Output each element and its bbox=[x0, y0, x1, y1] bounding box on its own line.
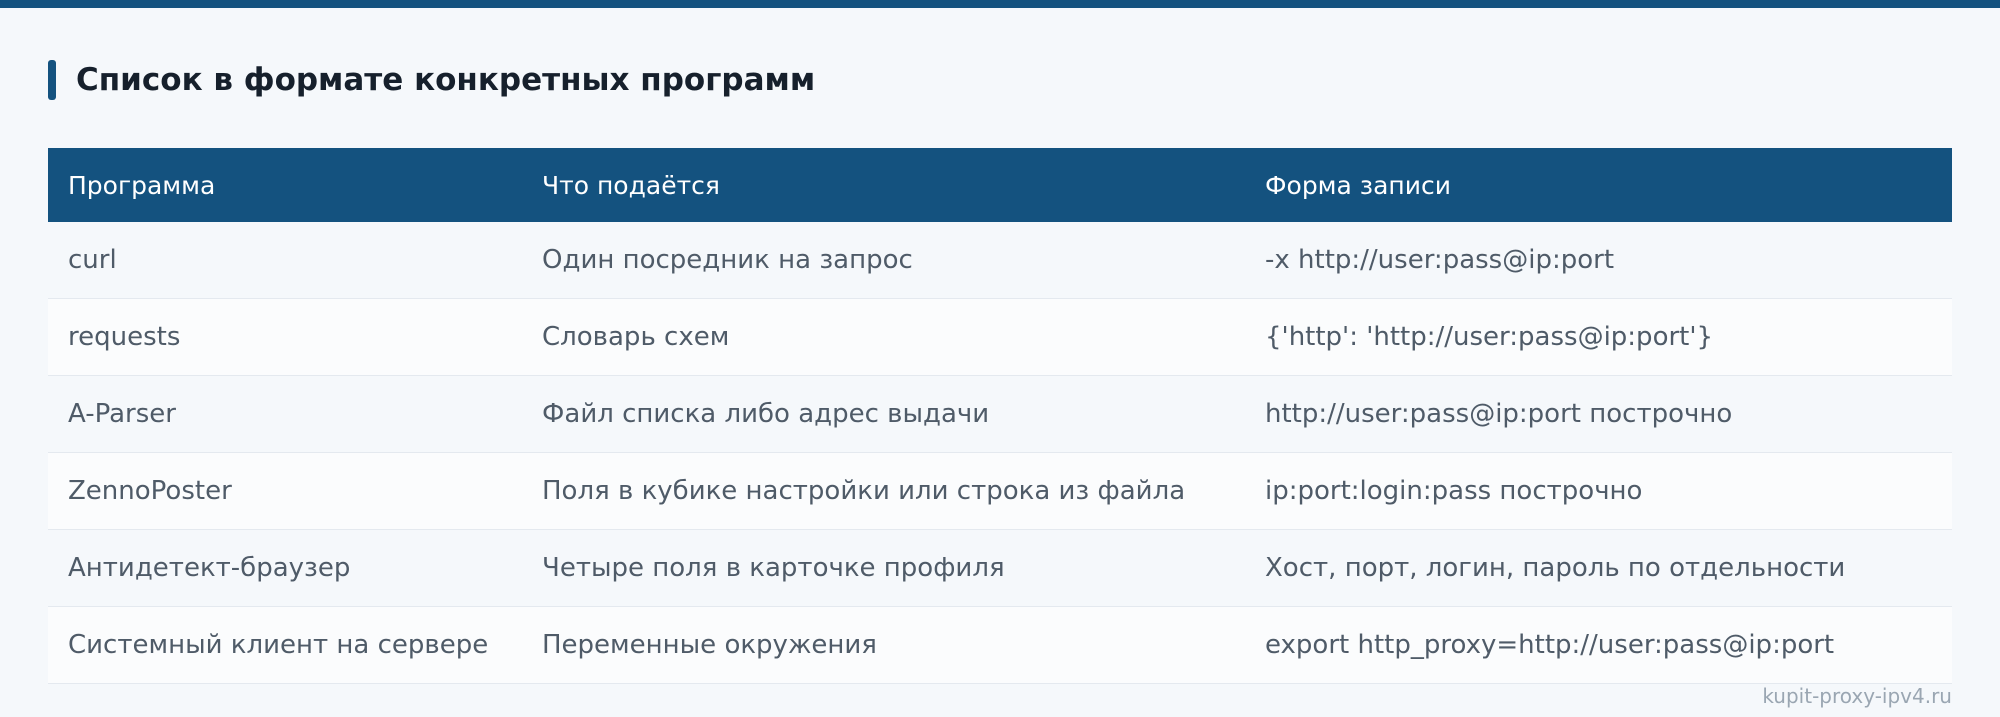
cell-what-submitted: Четыре поля в карточке профиля bbox=[542, 553, 1005, 583]
cell-record-format: http://user:pass@ip:port построчно bbox=[1265, 399, 1733, 429]
header-program: Программа bbox=[68, 170, 216, 200]
cell-record-format: ip:port:login:pass построчно bbox=[1265, 476, 1643, 506]
cell-record-format: -x http://user:pass@ip:port bbox=[1265, 245, 1615, 275]
site-watermark: kupit-proxy-ipv4.ru bbox=[1762, 684, 1952, 708]
top-accent-bar bbox=[0, 0, 2000, 8]
table-row: Системный клиент на сервере Переменные о… bbox=[48, 607, 1952, 684]
cell-what-submitted: Переменные окружения bbox=[542, 630, 877, 660]
cell-program: ZennoPoster bbox=[68, 476, 232, 506]
heading-accent-bar bbox=[48, 60, 56, 100]
cell-program: A-Parser bbox=[68, 399, 176, 429]
table-header-row: Программа Что подаётся Форма записи bbox=[48, 148, 1952, 222]
cell-record-format: {'http': 'http://user:pass@ip:port'} bbox=[1265, 322, 1714, 352]
cell-what-submitted: Словарь схем bbox=[542, 322, 730, 352]
cell-program: curl bbox=[68, 245, 117, 275]
cell-record-format: export http_proxy=http://user:pass@ip:po… bbox=[1265, 630, 1835, 660]
section-heading: Список в формате конкретных программ bbox=[48, 60, 815, 100]
cell-what-submitted: Файл списка либо адрес выдачи bbox=[542, 399, 990, 429]
cell-what-submitted: Один посредник на запрос bbox=[542, 245, 913, 275]
cell-program: requests bbox=[68, 322, 181, 352]
table-row: ZennoPoster Поля в кубике настройки или … bbox=[48, 453, 1952, 530]
programs-table: Программа Что подаётся Форма записи curl… bbox=[48, 148, 1952, 684]
heading-title: Список в формате конкретных программ bbox=[76, 62, 816, 98]
header-what-submitted: Что подаётся bbox=[542, 170, 720, 200]
cell-what-submitted: Поля в кубике настройки или строка из фа… bbox=[542, 476, 1186, 506]
cell-program: Антидетект-браузер bbox=[68, 553, 351, 583]
table-row: curl Один посредник на запрос -x http://… bbox=[48, 222, 1952, 299]
header-record-format: Форма записи bbox=[1265, 170, 1452, 200]
table-row: A-Parser Файл списка либо адрес выдачи h… bbox=[48, 376, 1952, 453]
cell-program: Системный клиент на сервере bbox=[68, 630, 489, 660]
table-row: requests Словарь схем {'http': 'http://u… bbox=[48, 299, 1952, 376]
table-row: Антидетект-браузер Четыре поля в карточк… bbox=[48, 530, 1952, 607]
cell-record-format: Хост, порт, логин, пароль по отдельности bbox=[1265, 553, 1846, 583]
